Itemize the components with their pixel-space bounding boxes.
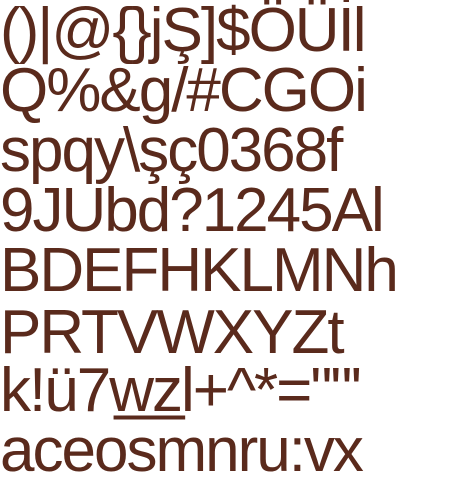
glyph-row-4: 9JUbd?1245Al <box>0 176 385 245</box>
glyph-row-7: k!ü7w̲z̲l+^*=""' <box>0 356 362 425</box>
glyph-row-3: spqy\şç0368f <box>0 116 343 185</box>
glyph-row-8: aceosmnru:vx <box>0 416 364 485</box>
glyph-row-1: ()|@{}jŞ]$ÖÜİl <box>0 0 367 65</box>
glyph-row-2: Q%&g/#CGOi <box>0 56 368 125</box>
glyph-row-5: BDEFHKLMNh <box>0 236 399 305</box>
glyph-sheet: ()|@{}jŞ]$ÖÜİl Q%&g/#CGOi spqy\şç0368f 9… <box>0 0 468 482</box>
glyph-row-6: PRTVWXYZt <box>0 298 345 367</box>
